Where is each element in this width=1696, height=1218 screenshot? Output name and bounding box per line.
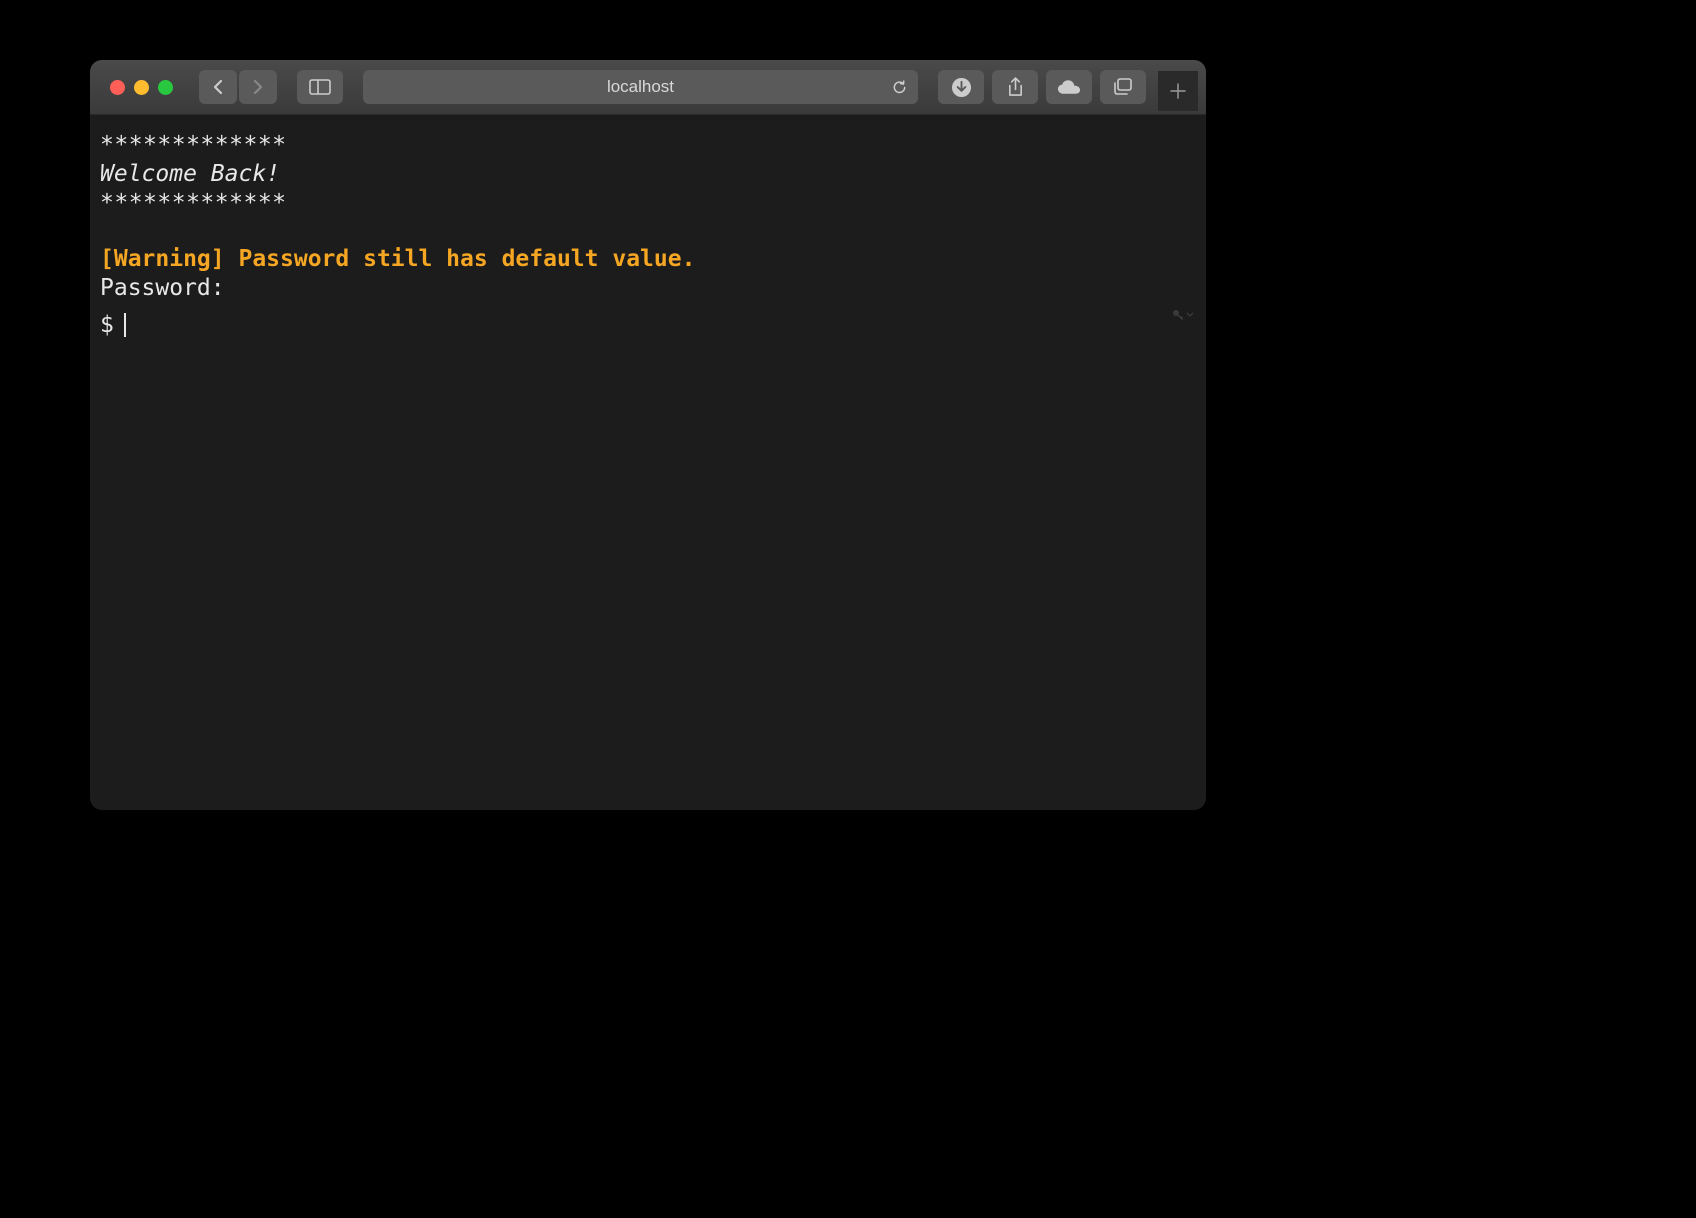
welcome-message: Welcome Back! <box>100 160 1196 189</box>
sidebar-icon <box>309 79 331 95</box>
browser-toolbar: localhost <box>90 60 1206 115</box>
window-controls <box>98 80 183 95</box>
maximize-window-button[interactable] <box>158 80 173 95</box>
key-icon <box>1172 309 1184 321</box>
chevron-left-icon <box>212 79 224 95</box>
new-tab-button[interactable] <box>1158 71 1198 111</box>
password-prompt-label: Password: <box>100 274 1196 303</box>
banner-stars-top: ************* <box>100 131 1196 160</box>
text-cursor <box>124 313 126 337</box>
browser-window: localhost ************* <box>90 60 1206 810</box>
navigation-buttons <box>199 70 277 104</box>
refresh-button[interactable] <box>891 79 908 96</box>
tabs-button[interactable] <box>1100 70 1146 104</box>
minimize-window-button[interactable] <box>134 80 149 95</box>
address-bar[interactable]: localhost <box>363 70 918 104</box>
plus-icon <box>1170 83 1186 99</box>
sidebar-toggle-button[interactable] <box>297 70 343 104</box>
banner-stars-bottom: ************* <box>100 189 1196 218</box>
chevron-right-icon <box>252 79 264 95</box>
shell-prompt[interactable]: $ <box>100 311 1196 340</box>
refresh-icon <box>891 79 908 96</box>
chevron-down-icon <box>1186 312 1194 318</box>
terminal-content[interactable]: ************* Welcome Back! ************… <box>90 115 1206 810</box>
share-icon <box>1007 77 1024 98</box>
prompt-symbol: $ <box>100 311 114 340</box>
close-window-button[interactable] <box>110 80 125 95</box>
password-autofill-hint[interactable] <box>1172 309 1194 321</box>
share-button[interactable] <box>992 70 1038 104</box>
downloads-button[interactable] <box>938 70 984 104</box>
cloud-button[interactable] <box>1046 70 1092 104</box>
forward-button[interactable] <box>239 70 277 104</box>
tabs-icon <box>1113 78 1133 96</box>
back-button[interactable] <box>199 70 237 104</box>
address-text: localhost <box>607 77 674 97</box>
download-icon <box>951 77 972 98</box>
cloud-icon <box>1057 79 1082 96</box>
warning-message: [Warning] Password still has default val… <box>100 245 1196 274</box>
toolbar-right-buttons <box>938 70 1146 104</box>
